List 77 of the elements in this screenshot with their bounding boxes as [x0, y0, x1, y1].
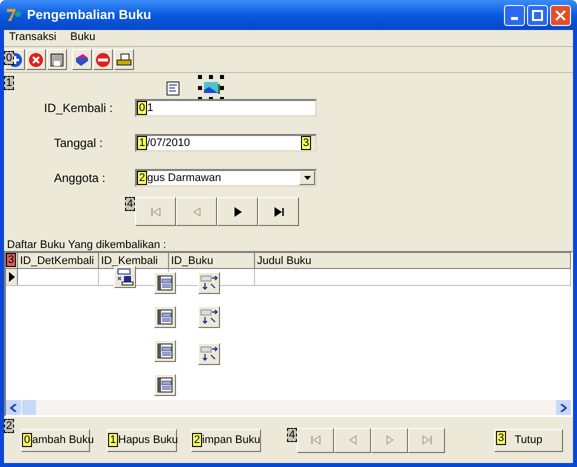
tab-order-badge: 0 [4, 51, 14, 65]
first-record-icon [150, 206, 162, 218]
action-button[interactable]: 1 Hapus Buku [107, 428, 177, 452]
date-dropdown-button[interactable]: 3 [301, 136, 315, 150]
scroll-left-button[interactable] [6, 400, 21, 415]
maximize-button[interactable] [527, 4, 548, 26]
caret-icon [304, 176, 310, 180]
member-combo-box[interactable]: 2 gus Darmawan [135, 169, 317, 187]
field-label: Tanggal : [53, 135, 104, 152]
app-icon [6, 7, 22, 23]
date-picker-field[interactable]: 1 /07/2010 3 [135, 134, 317, 152]
prior-record-icon [346, 434, 358, 446]
last-record-icon [420, 434, 432, 446]
menu-item[interactable]: Transaksi [9, 29, 56, 46]
window-title: Pengembalian Buku [27, 6, 152, 24]
close-form-button[interactable]: 3 Tutup [494, 428, 563, 452]
dataset-component-icon[interactable] [154, 340, 176, 362]
navigator-button[interactable] [217, 197, 258, 226]
dataset-component-icon[interactable] [154, 306, 176, 328]
data-grid[interactable]: 3 ID_DetKembali ID_Kembali ID_Buku Judul Buku [4, 251, 573, 417]
stop-icon [95, 52, 111, 68]
tab-order-badge: 4 [125, 197, 136, 211]
tab-order-badge: 0 [22, 433, 32, 447]
print-tool-button[interactable] [114, 49, 134, 70]
dropdown-button[interactable] [299, 171, 315, 185]
minimize-icon [511, 16, 518, 20]
delete-icon [28, 52, 44, 68]
prior-record-icon [190, 206, 202, 218]
datasource-component-icon[interactable] [198, 306, 220, 328]
first-record-icon [310, 434, 322, 446]
datasource-component-icon[interactable] [198, 343, 220, 365]
scroll-thumb[interactable] [22, 400, 36, 415]
column-header[interactable]: Judul Buku [255, 253, 571, 268]
dataset-component-icon[interactable] [154, 272, 176, 294]
tab-order-badge: 3 [301, 136, 312, 150]
books-tool-button[interactable] [72, 49, 92, 70]
field-label: Anggota : [53, 170, 106, 187]
field-value: 1 [147, 102, 154, 114]
tab-order-badge: 3 [6, 253, 16, 267]
column-header[interactable]: ID_Buku [169, 253, 255, 268]
connection-component-icon[interactable] [114, 266, 136, 288]
field-value: /07/2010 [147, 138, 190, 148]
close-button[interactable] [550, 4, 571, 26]
tab-order-badge: 2 [192, 433, 202, 447]
column-header[interactable]: ID_DetKembali [18, 253, 99, 268]
grid-caption: Daftar Buku Yang dikembalikan : [6, 238, 168, 251]
del-tool-button[interactable] [26, 49, 46, 70]
action-button[interactable]: 2 impan Buku [191, 428, 261, 452]
minimize-button[interactable] [504, 4, 525, 26]
tab-order-badge: 1 [4, 76, 14, 90]
tab-order-badge: 3 [496, 430, 506, 444]
field-value: gus Darmawan [147, 172, 222, 184]
dataset-component-icon[interactable] [154, 374, 176, 396]
close-icon [555, 10, 566, 20]
maximize-icon [532, 10, 543, 20]
horizontal-scrollbar[interactable] [6, 400, 571, 415]
navigator-button[interactable] [258, 197, 299, 226]
row-indicator-icon [8, 272, 14, 282]
save-icon [49, 52, 65, 68]
stop-tool-button[interactable] [93, 49, 113, 70]
tab-order-badge: 2 [137, 171, 148, 185]
next-record-icon [384, 434, 396, 446]
tab-order-badge: 1 [108, 433, 118, 447]
field-label: ID_Kembali : [43, 100, 114, 117]
datasource-component-icon[interactable] [198, 272, 220, 294]
scroll-right-button[interactable] [556, 400, 571, 415]
last-record-icon [272, 206, 284, 218]
books-icon [74, 52, 90, 68]
tab-order-badge: 4 [287, 428, 298, 442]
save-tool-button[interactable] [47, 49, 67, 70]
next-record-icon [232, 206, 244, 218]
tab-order-badge: 2 [4, 419, 14, 433]
menu-item[interactable]: Buku [70, 29, 96, 46]
tab-order-badge: 1 [137, 136, 148, 150]
printer-icon [116, 52, 132, 68]
id-field[interactable]: 0 1 [135, 99, 317, 117]
tab-order-badge: 0 [137, 101, 148, 115]
